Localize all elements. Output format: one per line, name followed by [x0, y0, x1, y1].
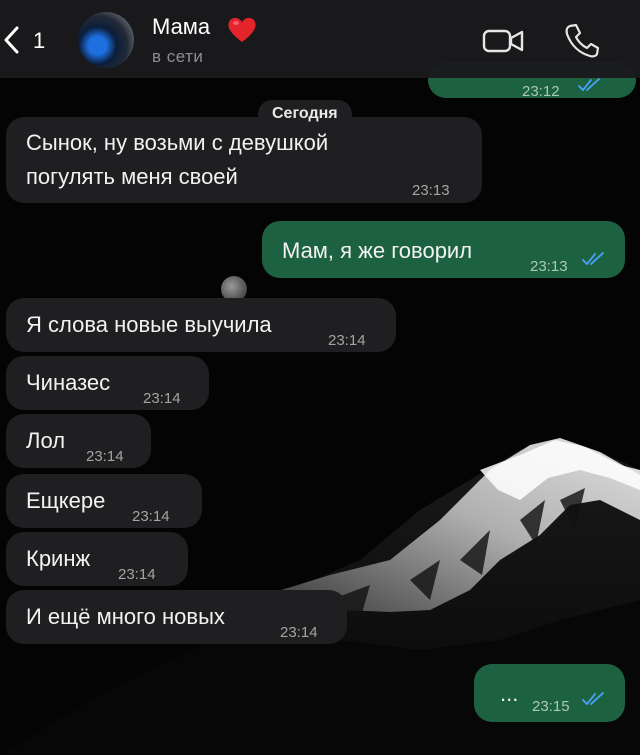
double-check-icon	[582, 692, 604, 706]
message-time: 23:14	[328, 332, 366, 349]
message-text: Кринж	[26, 546, 91, 571]
message-text: Я слова новые выучила	[26, 312, 272, 337]
message-time: 23:14	[143, 390, 181, 407]
contact-name[interactable]: Мама	[152, 14, 210, 40]
unread-count: 1	[33, 28, 46, 53]
date-separator: Сегодня	[258, 100, 352, 128]
video-camera-icon[interactable]	[480, 26, 526, 56]
message-bubble-incoming[interactable]: Чиназес 23:14	[6, 356, 209, 410]
message-time: 23:13	[412, 182, 450, 199]
online-status: в сети	[152, 47, 204, 66]
message-text: Чиназес	[26, 370, 111, 395]
message-bubble-outgoing[interactable]: Мам, я же говорил 23:13	[262, 221, 625, 278]
message-text: Сынок, ну возьми с девушкой	[26, 130, 329, 155]
double-check-icon	[578, 78, 600, 92]
double-check-icon	[582, 252, 604, 266]
message-text: И ещё много новых	[26, 604, 225, 629]
message-time: 23:15	[532, 698, 570, 715]
message-time: 23:14	[86, 448, 124, 465]
contact-avatar[interactable]	[78, 12, 134, 68]
message-time: 23:13	[530, 258, 568, 275]
message-time: 23:14	[132, 508, 170, 525]
message-bubble-incoming[interactable]: Я слова новые выучила 23:14	[6, 298, 396, 352]
message-text: Ещкере	[26, 488, 106, 513]
message-time: 23:12	[522, 83, 560, 100]
message-text: Лол	[26, 428, 66, 453]
message-text: погулять меня своей	[26, 164, 238, 189]
chat-header: 1 Мама в сети	[0, 0, 640, 78]
message-bubble-incoming[interactable]: Ещкере 23:14	[6, 474, 202, 528]
message-bubble-incoming[interactable]: Лол 23:14	[6, 414, 151, 468]
chevron-left-icon	[4, 26, 19, 54]
chat-screen: 1 Мама в сети 23:12 Сегодня Сынок, ну во…	[0, 0, 640, 755]
message-time: 23:14	[280, 624, 318, 641]
message-bubble-incoming[interactable]: Сынок, ну возьми с девушкой погулять мен…	[6, 117, 482, 203]
message-text: Мам, я же говорил	[282, 238, 473, 263]
red-heart-icon	[228, 17, 256, 42]
message-bubble-outgoing[interactable]: ... 23:15	[474, 664, 625, 722]
back-button[interactable]: 1	[0, 22, 60, 62]
message-text: ...	[500, 681, 519, 706]
message-time: 23:14	[118, 566, 156, 583]
message-bubble-incoming[interactable]: И ещё много новых 23:14	[6, 590, 347, 644]
message-bubble-incoming[interactable]: Кринж 23:14	[6, 532, 188, 586]
phone-icon[interactable]	[562, 20, 602, 60]
